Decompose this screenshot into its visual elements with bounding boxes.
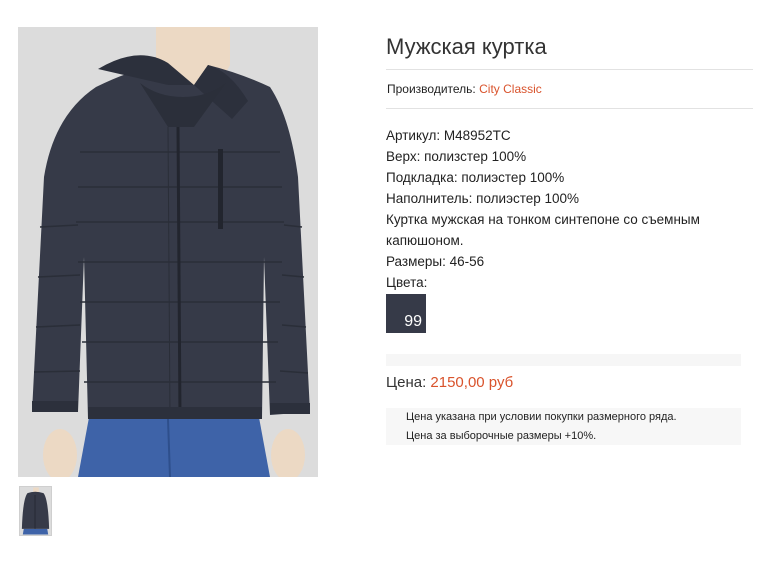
spec-outer: Верх: полизстер 100% [386, 149, 527, 164]
price-label: Цена: [386, 374, 427, 391]
price-note-line-1: Цена указана при условии покупки размерн… [406, 411, 677, 423]
price-note-line-2: Цена за выборочные размеры +10%. [406, 430, 597, 442]
spec-sizes: Размеры: 46-56 [386, 254, 485, 269]
color-swatch-code: 99 [404, 313, 422, 330]
manufacturer-divider [386, 108, 753, 109]
spec-lining: Подкладка: полиэстер 100% [386, 170, 565, 185]
product-main-image[interactable] [18, 27, 318, 477]
jacket-photo-illustration [18, 27, 318, 477]
product-info-panel: Мужская куртка Производитель: City Class… [386, 30, 753, 445]
price-value: 2150,00 руб [430, 374, 514, 391]
product-specs: Артикул: M48952TC Верх: полизстер 100% П… [386, 125, 753, 293]
jacket-thumbnail-illustration [20, 487, 51, 535]
color-swatch[interactable]: 99 [386, 294, 426, 333]
product-title: Мужская куртка [386, 34, 547, 59]
spec-description: Куртка мужская на тонком синтепоне со съ… [386, 212, 700, 248]
price-row: Цена: 2150,00 руб [386, 373, 753, 393]
manufacturer-link[interactable]: City Classic [479, 82, 542, 96]
price-note: Цена указана при условии покупки размерн… [386, 408, 741, 445]
manufacturer-label: Производитель: [387, 82, 476, 96]
manufacturer-row: Производитель: City Classic [386, 70, 753, 108]
price-divider-bar [386, 354, 741, 366]
spec-article: Артикул: M48952TC [386, 128, 511, 143]
product-thumbnail[interactable] [19, 486, 52, 536]
spec-filling: Наполнитель: полиэстер 100% [386, 191, 580, 206]
colors-label: Цвета: [386, 275, 428, 290]
